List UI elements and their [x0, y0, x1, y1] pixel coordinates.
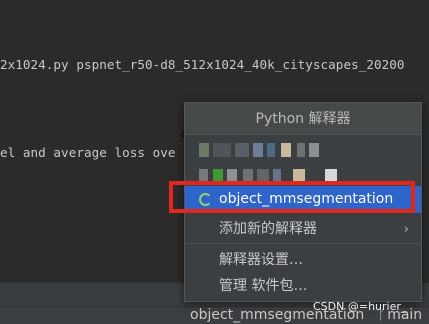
blurred-interpreter-item[interactable]	[199, 143, 319, 157]
add-interpreter-label: 添加新的解释器	[219, 221, 317, 237]
interpreter-settings-label: 解释器设置…	[219, 252, 303, 268]
manage-packages-label: 管理 软件包…	[219, 278, 308, 294]
menu-divider	[185, 243, 421, 244]
annotation-highlight-box	[169, 181, 415, 213]
chevron-right-icon: ›	[403, 222, 409, 237]
add-interpreter-item[interactable]: 添加新的解释器 ›	[185, 216, 421, 243]
interpreter-settings-item[interactable]: 解释器设置…	[185, 247, 421, 274]
terminal-line: el and average loss ove	[0, 145, 176, 160]
terminal-line: 2x1024.py pspnet_r50-d8_512x1024_40k_cit…	[0, 57, 405, 72]
popup-title: Python 解释器	[185, 103, 421, 135]
watermark: CSDN @=hurier_	[313, 300, 407, 313]
manage-packages-item[interactable]: 管理 软件包…	[185, 273, 421, 300]
